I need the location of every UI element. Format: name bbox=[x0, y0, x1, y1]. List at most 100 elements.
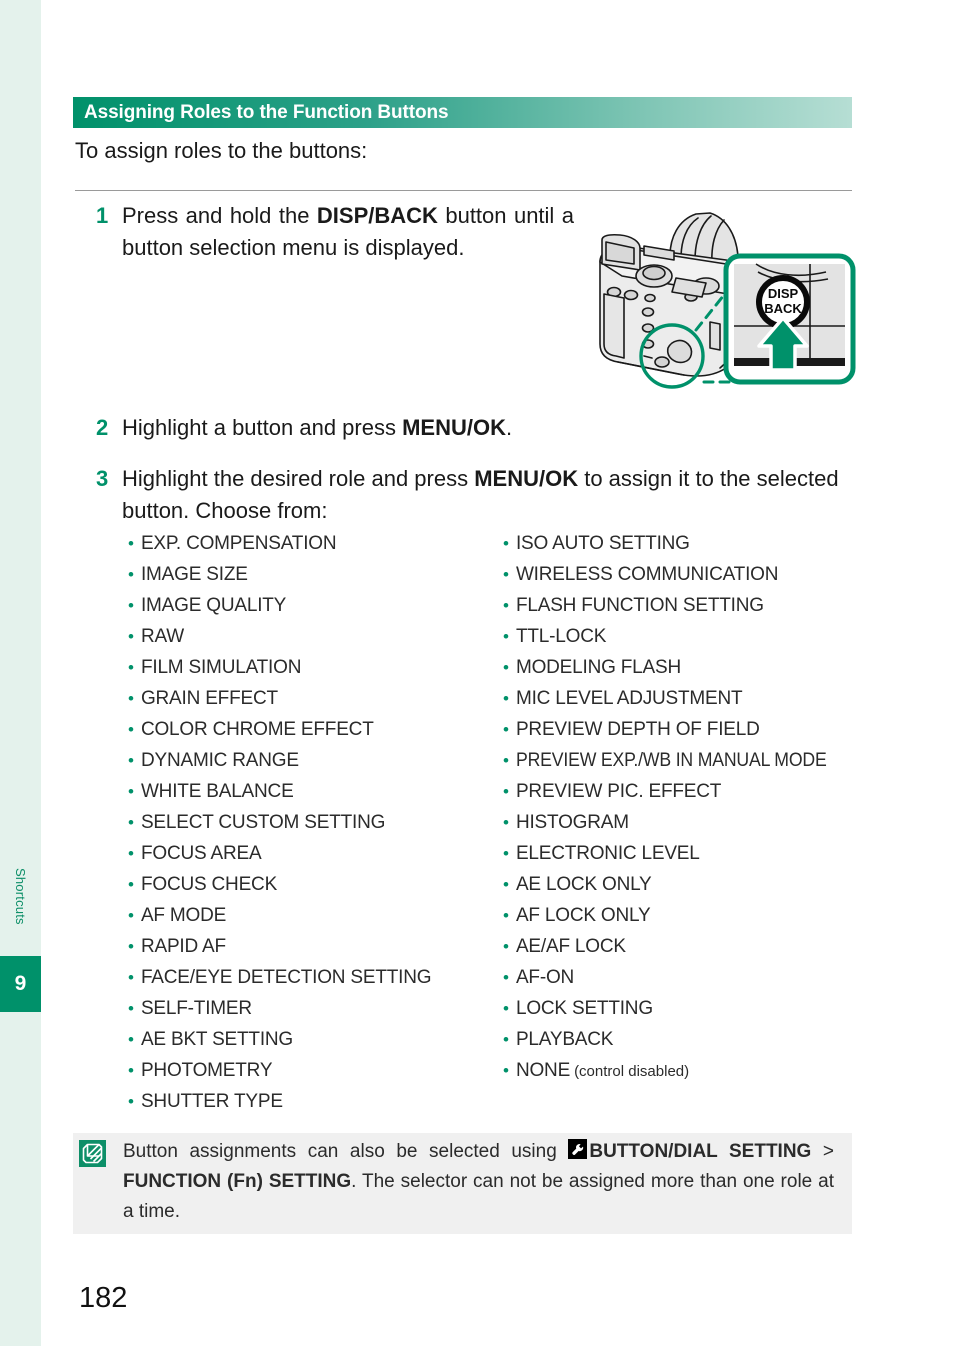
bullet-dot-icon: • bbox=[503, 565, 509, 584]
role-list-item: • MIC LEVEL ADJUSTMENT bbox=[503, 688, 875, 719]
note-text-part1: Button assignments can also be selected … bbox=[123, 1141, 569, 1162]
chapter-side-strip bbox=[0, 0, 41, 1346]
callout-disp-label: DISP bbox=[768, 286, 799, 301]
role-list-item: • MODELING FLASH bbox=[503, 657, 875, 688]
role-list-left-column: • EXP. COMPENSATION • IMAGE SIZE • IMAGE QUAL… bbox=[128, 533, 500, 1122]
role-list-item: • RAW bbox=[128, 626, 500, 657]
role-list-item: • AF LOCK ONLY bbox=[503, 905, 875, 936]
step-2: 2 Highlight a button and press MENU/OK. bbox=[96, 412, 696, 444]
role-list-item-label: WIRELESS COMMUNICATION bbox=[515, 564, 779, 585]
bullet-dot-icon: • bbox=[503, 658, 509, 677]
section-intro-text: To assign roles to the buttons: bbox=[75, 138, 368, 163]
bullet-dot-icon: • bbox=[128, 1030, 134, 1049]
role-list-item-label: PREVIEW PIC. EFFECT bbox=[515, 781, 722, 802]
step-3-bold-menu-ok: MENU/OK bbox=[474, 466, 579, 491]
role-list-item: • WIRELESS COMMUNICATION bbox=[503, 564, 875, 595]
step-1-bold-disp-back: DISP/BACK bbox=[316, 203, 438, 228]
role-list-item-label: RAW bbox=[140, 626, 184, 647]
bullet-dot-icon: • bbox=[503, 720, 509, 739]
role-list-item-label: AF MODE bbox=[140, 905, 227, 926]
note-bold-button-dial-setting: BUTTON/DIAL SETTING bbox=[589, 1141, 812, 1162]
role-list-item-label: COLOR CHROME EFFECT bbox=[140, 719, 374, 740]
role-list-item-label: AE LOCK ONLY bbox=[515, 874, 652, 895]
role-list-right-column: • ISO AUTO SETTING • WIRELESS COMMUNICATION… bbox=[503, 533, 875, 1091]
bullet-dot-icon: • bbox=[503, 596, 509, 615]
role-list-item-label: IMAGE QUALITY bbox=[140, 595, 287, 616]
role-list-item-label: SHUTTER TYPE bbox=[140, 1091, 283, 1112]
role-list-item: • AF MODE bbox=[128, 905, 500, 936]
role-list-item-label: ELECTRONIC LEVEL bbox=[515, 843, 700, 864]
wrench-setup-icon bbox=[568, 1139, 588, 1159]
bullet-dot-icon: • bbox=[128, 875, 134, 894]
role-list-item-label: SELECT CUSTOM SETTING bbox=[140, 812, 386, 833]
bullet-dot-icon: • bbox=[128, 596, 134, 615]
role-list-item: • DYNAMIC RANGE bbox=[128, 750, 500, 781]
role-list-item-label: FACE/EYE DETECTION SETTING bbox=[140, 967, 432, 988]
role-list-item-label: PREVIEW EXP./WB IN MANUAL MODE bbox=[515, 750, 827, 771]
bullet-dot-icon: • bbox=[503, 1061, 509, 1080]
role-list-item-label: TTL-LOCK bbox=[515, 626, 607, 647]
role-list-item-label: SELF-TIMER bbox=[140, 998, 252, 1019]
role-list-item: • FOCUS CHECK bbox=[128, 874, 500, 905]
role-list-item-label: GRAIN EFFECT bbox=[140, 688, 278, 709]
bullet-dot-icon: • bbox=[503, 999, 509, 1018]
bullet-dot-icon: • bbox=[503, 534, 509, 553]
role-list-item-label: FLASH FUNCTION SETTING bbox=[515, 595, 764, 616]
role-list-item: • HISTOGRAM bbox=[503, 812, 875, 843]
bullet-dot-icon: • bbox=[503, 844, 509, 863]
tip-note-text: Button assignments can also be selected … bbox=[123, 1137, 834, 1227]
role-list-item: • FLASH FUNCTION SETTING bbox=[503, 595, 875, 626]
step-1: 1 Press and hold the DISP/BACK button un… bbox=[96, 200, 574, 264]
bullet-dot-icon: • bbox=[128, 782, 134, 801]
role-list-item: • PREVIEW EXP./WB IN MANUAL MODE bbox=[503, 750, 875, 781]
section-title: Assigning Roles to the Function Buttons bbox=[84, 101, 449, 123]
bullet-dot-icon: • bbox=[128, 813, 134, 832]
role-list-item: • SELF-TIMER bbox=[128, 998, 500, 1029]
role-list-item-label: FOCUS CHECK bbox=[140, 874, 278, 895]
section-heading-bar: Assigning Roles to the Function Buttons bbox=[73, 97, 852, 128]
bullet-dot-icon: • bbox=[128, 565, 134, 584]
tip-note-box: Button assignments can also be selected … bbox=[73, 1133, 852, 1234]
role-list-item: • AE BKT SETTING bbox=[128, 1029, 500, 1060]
role-list-item-label: LOCK SETTING bbox=[515, 998, 653, 1019]
horizontal-divider bbox=[75, 190, 852, 191]
role-list-item-note: (control disabled) bbox=[574, 1063, 690, 1080]
role-list-item: • GRAIN EFFECT bbox=[128, 688, 500, 719]
role-list-item: • AE LOCK ONLY bbox=[503, 874, 875, 905]
role-list-item: • PREVIEW PIC. EFFECT bbox=[503, 781, 875, 812]
role-list-item: • COLOR CHROME EFFECT bbox=[128, 719, 500, 750]
bullet-dot-icon: • bbox=[128, 999, 134, 1018]
step-2-text-before: Highlight a button and press bbox=[122, 415, 403, 440]
role-list-item-label: MODELING FLASH bbox=[515, 657, 682, 678]
role-list-item-label: MIC LEVEL ADJUSTMENT bbox=[515, 688, 743, 709]
callout-back-label: BACK bbox=[764, 301, 802, 316]
role-list-item-label: AE/AF LOCK bbox=[515, 936, 626, 957]
role-list-item: • IMAGE QUALITY bbox=[128, 595, 500, 626]
bullet-dot-icon: • bbox=[128, 1092, 134, 1111]
bullet-dot-icon: • bbox=[503, 1030, 509, 1049]
step-3-text-before: Highlight the desired role and press bbox=[122, 466, 475, 491]
bullet-dot-icon: • bbox=[128, 658, 134, 677]
role-list-item: • ISO AUTO SETTING bbox=[503, 533, 875, 564]
bullet-dot-icon: • bbox=[128, 689, 134, 708]
note-separator: > bbox=[811, 1141, 835, 1162]
bullet-dot-icon: • bbox=[503, 689, 509, 708]
role-list-item-label: AF-ON bbox=[515, 967, 575, 988]
role-list-item: • WHITE BALANCE bbox=[128, 781, 500, 812]
role-list-item-label: DYNAMIC RANGE bbox=[140, 750, 299, 771]
role-list-item-label: FOCUS AREA bbox=[140, 843, 262, 864]
chapter-side-label: Shortcuts bbox=[13, 867, 28, 925]
step-2-number: 2 bbox=[96, 415, 109, 440]
bullet-dot-icon: • bbox=[128, 751, 134, 770]
note-bold-function-fn-setting: FUNCTION (Fn) SETTING bbox=[123, 1171, 352, 1192]
step-3-number: 3 bbox=[96, 466, 109, 491]
bullet-dot-icon: • bbox=[503, 968, 509, 987]
bullet-dot-icon: • bbox=[128, 906, 134, 925]
role-list-item-label: PHOTOMETRY bbox=[140, 1060, 273, 1081]
camera-illustration: DISP BACK bbox=[578, 198, 856, 392]
bullet-dot-icon: • bbox=[503, 875, 509, 894]
step-1-number: 1 bbox=[96, 203, 109, 228]
role-list-item: • LOCK SETTING bbox=[503, 998, 875, 1029]
role-list-item: • FILM SIMULATION bbox=[128, 657, 500, 688]
role-list-item-label: AF LOCK ONLY bbox=[515, 905, 651, 926]
